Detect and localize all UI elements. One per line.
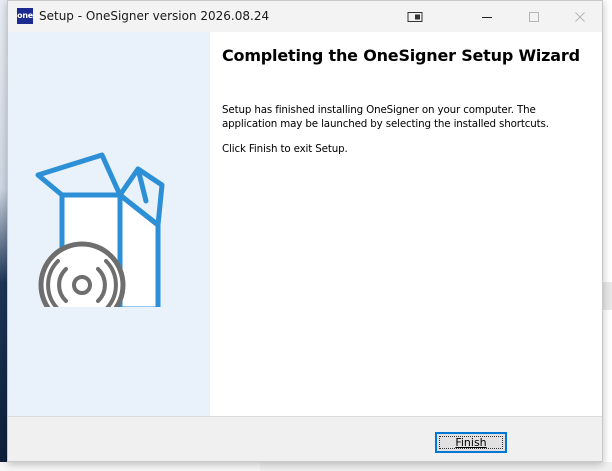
finish-button[interactable]: Finish	[435, 432, 507, 453]
background-window-bottom	[260, 462, 612, 471]
title-bar[interactable]: one Setup - OneSigner version 2026.08.24	[8, 1, 602, 32]
window-snap-button[interactable]	[393, 1, 437, 32]
close-button[interactable]	[558, 1, 602, 32]
minimize-button[interactable]	[465, 1, 509, 32]
onesigner-app-icon[interactable]: one	[17, 8, 33, 24]
maximize-icon	[529, 11, 539, 22]
exit-instruction: Click Finish to exit Setup.	[222, 143, 348, 155]
background-bottom	[0, 462, 612, 471]
page-title: Completing the OneSigner Setup Wizard	[222, 46, 580, 65]
wizard-footer: Finish	[8, 416, 602, 461]
background-window-right	[603, 0, 612, 471]
finished-message: Setup has finished installing OneSigner …	[222, 104, 549, 130]
background-window-band	[603, 282, 612, 310]
setup-dialog: one Setup - OneSigner version 2026.08.24	[7, 0, 603, 462]
close-icon	[575, 11, 585, 22]
wizard-content: Completing the OneSigner Setup Wizard Se…	[210, 32, 602, 416]
minimize-icon	[482, 16, 492, 18]
finish-button-label: Finish	[455, 436, 487, 449]
wizard-sidebar	[8, 32, 210, 416]
software-box-disc-icon	[35, 152, 165, 307]
window-title: Setup - OneSigner version 2026.08.24	[39, 9, 270, 23]
window-snap-icon	[407, 11, 423, 22]
maximize-button[interactable]	[512, 1, 556, 32]
